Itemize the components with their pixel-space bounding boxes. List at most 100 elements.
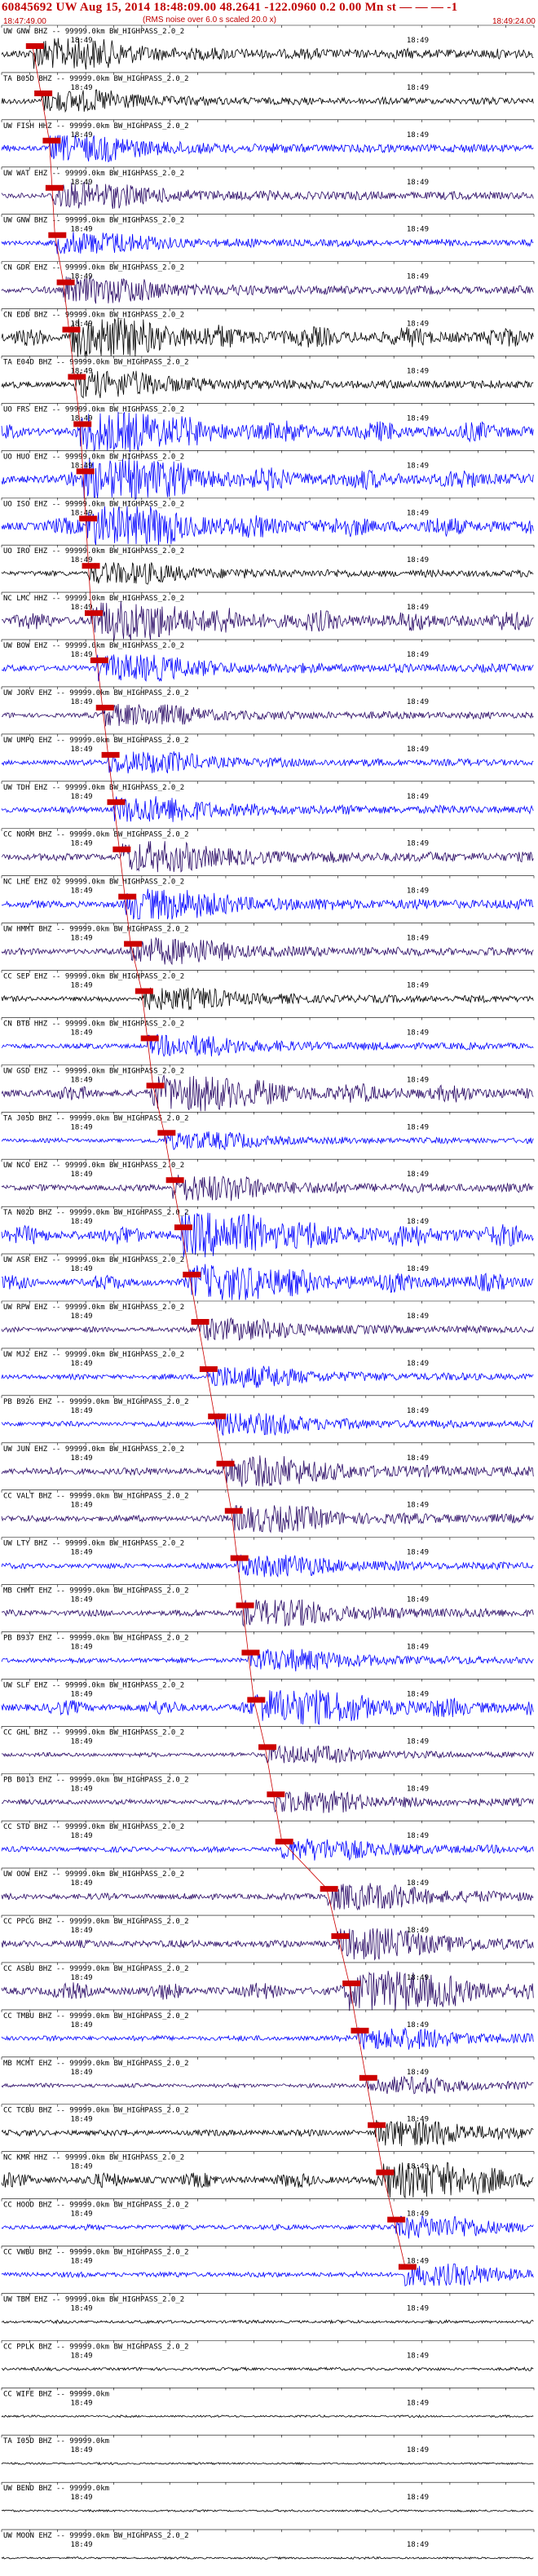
trace-row: TA I05D BHZ -- 99999.0km18:49 18:49 xyxy=(1,2434,535,2466)
waveform-trace xyxy=(1,1554,534,1578)
station-label: UW FISH HHZ -- 99999.0km BW_HIGHPASS_2.0… xyxy=(3,122,189,131)
time-tick-label: 18:49 xyxy=(407,887,429,896)
time-tick-label: 18:49 xyxy=(407,273,429,281)
station-label: MB CHMT EHZ -- 99999.0km BW_HIGHPASS_2.0… xyxy=(3,1587,189,1596)
phase-pick-marker xyxy=(45,184,64,191)
time-tick-label: 18:49 xyxy=(70,2352,92,2360)
station-label: UW GNW BHZ -- 99999.0km BW_HIGHPASS_2.0_… xyxy=(3,217,184,225)
time-tick-label: 18:49 xyxy=(407,1123,429,1131)
station-label: UW HMMT BHZ -- 99999.0km BW_HIGHPASS_2.0… xyxy=(3,926,189,934)
trace-row: TA E04D BHZ -- 99999.0km BW_HIGHPASS_2.0… xyxy=(1,356,535,399)
time-tick-label: 18:49 xyxy=(70,1832,92,1840)
time-tick-label: 18:49 xyxy=(70,1454,92,1463)
station-label: CC GHL BHZ -- 99999.0km BW_HIGHPASS_2.0_… xyxy=(3,1728,184,1737)
phase-pick-marker xyxy=(107,799,126,805)
waveform-trace xyxy=(1,987,534,1011)
station-label: TA N02D BHZ -- 99999.0km BW_HIGHPASS_2.0… xyxy=(3,1209,189,1217)
phase-pick-marker xyxy=(267,1791,285,1798)
trace-row: UW MOON EHZ -- 99999.0km BW_HIGHPASS_2.0… xyxy=(1,2529,535,2561)
time-tick-label: 18:49 xyxy=(70,2304,92,2313)
time-tick-label: 18:49 xyxy=(407,509,429,517)
phase-pick-marker xyxy=(56,279,75,285)
phase-pick-marker xyxy=(157,1130,176,1136)
time-tick-label: 18:49 xyxy=(70,1549,92,1557)
time-tick-label: 18:49 xyxy=(407,1690,429,1698)
station-label: CN BTB HHZ -- 99999.0km BW_HIGHPASS_2.0_… xyxy=(3,1020,184,1028)
time-tick-label: 18:49 xyxy=(70,1218,92,1226)
phase-pick-marker xyxy=(224,1507,243,1514)
time-tick-label: 18:49 xyxy=(70,887,92,896)
seismogram-plot: UW GNW BHZ -- 99999.0km BW_HIGHPASS_2.0_… xyxy=(1,24,535,2561)
time-tick-label: 18:49 xyxy=(70,2541,92,2549)
time-tick-label: 18:49 xyxy=(70,982,92,990)
phase-pick-marker xyxy=(34,90,53,96)
trace-row: CN BTB HHZ -- 99999.0km BW_HIGHPASS_2.0_… xyxy=(1,1017,535,1057)
trace-row: CC ASBU BHZ -- 99999.0km BW_HIGHPASS_2.0… xyxy=(1,1962,535,2012)
waveform-trace xyxy=(1,89,534,113)
time-tick-label: 18:49 xyxy=(407,84,429,92)
trace-row: CC TCBU BHZ -- 99999.0km BW_HIGHPASS_2.0… xyxy=(1,2104,535,2147)
trace-row: UW TBM EHZ -- 99999.0km BW_HIGHPASS_2.0_… xyxy=(1,2293,535,2325)
station-label: CC TCBU BHZ -- 99999.0km BW_HIGHPASS_2.0… xyxy=(3,2107,189,2115)
trace-row: UW GNW BHZ -- 99999.0km BW_HIGHPASS_2.0_… xyxy=(1,214,535,255)
trace-row: CC STD BHZ -- 99999.0km BW_HIGHPASS_2.0_… xyxy=(1,1820,535,1861)
phase-pick-marker xyxy=(258,1744,277,1751)
time-tick-label: 18:49 xyxy=(407,1549,429,1557)
station-label: UW BOW EHZ -- 99999.0km BW_HIGHPASS_2.0_… xyxy=(3,642,184,650)
trace-row: CC TMBU BHZ -- 99999.0km BW_HIGHPASS_2.0… xyxy=(1,2009,535,2050)
phase-pick-marker xyxy=(101,751,120,758)
station-label: NC LMC HHZ -- 99999.0km BW_HIGHPASS_2.0_… xyxy=(3,595,184,603)
trace-row: UW RPW EHZ -- 99999.0km BW_HIGHPASS_2.0_… xyxy=(1,1300,535,1341)
time-tick-label: 18:49 xyxy=(70,226,92,234)
time-tick-label: 18:49 xyxy=(407,179,429,187)
time-tick-label: 18:49 xyxy=(70,2399,92,2407)
time-tick-label: 18:49 xyxy=(407,131,429,139)
time-tick-label: 18:49 xyxy=(70,1927,92,1935)
trace-row: UW LTY BHZ -- 99999.0km BW_HIGHPASS_2.0_… xyxy=(1,1537,535,1578)
trace-row: CC NORM BHZ -- 99999.0km BW_HIGHPASS_2.0… xyxy=(1,828,535,873)
time-tick-label: 18:49 xyxy=(407,651,429,659)
time-tick-label: 18:49 xyxy=(70,2258,92,2266)
phase-pick-marker xyxy=(230,1555,249,1561)
station-label: NC LHE EHZ 02 99999.0km BW_HIGHPASS_2.0_… xyxy=(3,879,184,887)
trace-row: UW GNW BHZ -- 99999.0km BW_HIGHPASS_2.0_… xyxy=(1,24,535,70)
time-tick-label: 18:49 xyxy=(407,1832,429,1840)
station-label: UW LTY BHZ -- 99999.0km BW_HIGHPASS_2.0_… xyxy=(3,1540,184,1548)
time-tick-label: 18:49 xyxy=(407,226,429,234)
time-tick-label: 18:49 xyxy=(70,1974,92,1982)
time-tick-label: 18:49 xyxy=(407,462,429,470)
trace-row: UW TDH EHZ -- 99999.0km BW_HIGHPASS_2.0_… xyxy=(1,781,535,822)
station-label: CC PPCG BHZ -- 99999.0km BW_HIGHPASS_2.0… xyxy=(3,1918,189,1926)
trace-row: NC LMC HHZ -- 99999.0km BW_HIGHPASS_2.0_… xyxy=(1,591,535,642)
time-tick-label: 18:49 xyxy=(70,1123,92,1131)
phase-pick-marker xyxy=(320,1886,338,1892)
trace-row: UW JORV EHZ -- 99999.0km BW_HIGHPASS_2.0… xyxy=(1,686,535,727)
time-tick-label: 18:49 xyxy=(407,2021,429,2029)
phase-pick-marker xyxy=(351,2027,369,2034)
phase-pick-marker xyxy=(134,988,153,994)
station-label: UW MJ2 EHZ -- 99999.0km BW_HIGHPASS_2.0_… xyxy=(3,1351,184,1359)
phase-pick-marker xyxy=(42,137,61,144)
trace-row: TA J05D BHZ -- 99999.0km BW_HIGHPASS_2.0… xyxy=(1,1111,535,1151)
trace-row: UW ASR EHZ -- 99999.0km BW_HIGHPASS_2.0_… xyxy=(1,1253,535,1300)
time-tick-label: 18:49 xyxy=(70,2494,92,2502)
waveform-trace xyxy=(1,2508,534,2513)
time-tick-label: 18:49 xyxy=(70,1312,92,1321)
trace-row: UW OOW EHZ -- 99999.0km BW_HIGHPASS_2.0_… xyxy=(1,1867,535,1911)
phase-pick-marker xyxy=(25,43,44,49)
time-tick-label: 18:49 xyxy=(70,2069,92,2077)
trace-row: CN EDB BHZ -- 99999.0km BW_HIGHPASS_2.0_… xyxy=(1,308,535,357)
station-label: CC ASBU BHZ -- 99999.0km BW_HIGHPASS_2.0… xyxy=(3,1965,189,1973)
time-tick-label: 18:49 xyxy=(70,1737,92,1746)
time-tick-label: 18:49 xyxy=(70,2116,92,2124)
trace-row: CC GHL BHZ -- 99999.0km BW_HIGHPASS_2.0_… xyxy=(1,1726,535,1764)
phase-pick-marker xyxy=(48,232,67,238)
time-tick-label: 18:49 xyxy=(70,2211,92,2219)
time-tick-label: 18:49 xyxy=(70,840,92,848)
waveform-trace xyxy=(1,1839,534,1861)
time-tick-label: 18:49 xyxy=(407,2494,429,2502)
time-tick-label: 18:49 xyxy=(70,1690,92,1698)
phase-pick-marker xyxy=(124,941,143,947)
station-label: UW TBM EHZ -- 99999.0km BW_HIGHPASS_2.0_… xyxy=(3,2295,184,2304)
trace-row: CC WIFE BHZ -- 99999.0km18:49 18:49 xyxy=(1,2387,535,2419)
